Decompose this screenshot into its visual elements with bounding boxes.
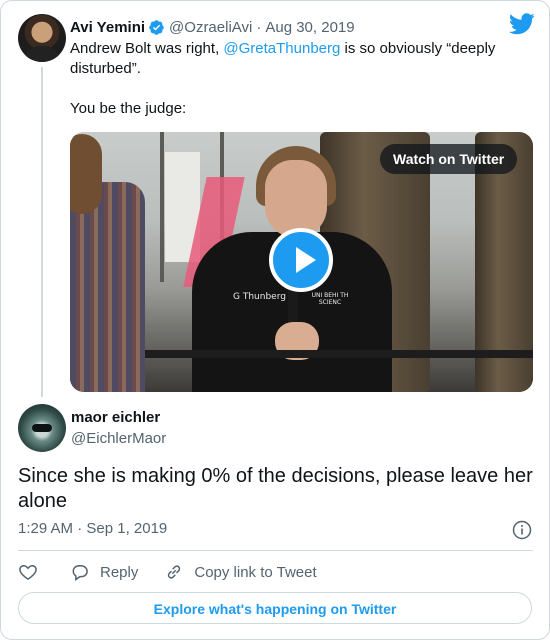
divider xyxy=(18,550,533,551)
parent-tweet-date[interactable]: Aug 30, 2019 xyxy=(265,19,354,36)
maor-eichler-avatar[interactable] xyxy=(18,404,66,452)
parent-tweet-text: Andrew Bolt was right, @GretaThunberg is… xyxy=(70,39,510,119)
parent-text-part1: Andrew Bolt was right, xyxy=(70,40,224,57)
parent-text-line2: You be the judge: xyxy=(70,100,187,117)
sign-print: UNI BEHI TH SCIENC xyxy=(311,292,349,306)
twitter-bird-icon[interactable] xyxy=(509,13,535,35)
reply-label: Reply xyxy=(100,563,139,581)
info-icon[interactable] xyxy=(512,520,532,540)
reply-button[interactable]: Reply xyxy=(70,562,138,582)
parent-author-handle[interactable]: @OzraeliAvi xyxy=(169,19,252,36)
speaker-face xyxy=(265,160,327,238)
link-icon xyxy=(168,565,181,579)
copy-link-button[interactable]: Copy link to Tweet xyxy=(164,562,317,582)
explore-twitter-button[interactable]: Explore what's happening on Twitter xyxy=(18,592,532,624)
railing xyxy=(145,350,533,358)
thread-line xyxy=(41,67,43,397)
reply-icon xyxy=(72,565,88,581)
play-icon[interactable] xyxy=(269,228,333,292)
reply-author-name[interactable]: maor eichler xyxy=(71,409,160,426)
embedded-tweet-card: Avi Yemini @OzraeliAvi · Aug 30, 2019 An… xyxy=(0,0,550,640)
reply-timestamp[interactable]: 1:29 AM · Sep 1, 2019 xyxy=(18,520,167,537)
heart-icon xyxy=(19,564,37,580)
shirt-print: G Thunberg xyxy=(233,292,286,302)
person-left xyxy=(70,134,145,392)
like-button[interactable] xyxy=(18,562,38,582)
tweet-actions: Reply Copy link to Tweet xyxy=(18,560,317,584)
copy-link-label: Copy link to Tweet xyxy=(194,563,317,581)
avi-yemini-avatar[interactable] xyxy=(18,14,66,62)
video-thumbnail[interactable]: G Thunberg UNI BEHI TH SCIENC Watch on T… xyxy=(70,132,533,392)
reply-author-handle[interactable]: @EichlerMaor xyxy=(71,430,166,447)
header-separator: · xyxy=(256,18,262,36)
greta-mention-link[interactable]: @GretaThunberg xyxy=(223,40,340,57)
parent-author-name[interactable]: Avi Yemini xyxy=(70,19,145,36)
reply-tweet-text: Since she is making 0% of the decisions,… xyxy=(18,465,533,512)
parent-tweet-header: Avi Yemini @OzraeliAvi · Aug 30, 2019 xyxy=(70,17,355,37)
verified-badge-icon xyxy=(149,19,164,35)
watch-on-twitter-button[interactable]: Watch on Twitter xyxy=(380,144,518,174)
